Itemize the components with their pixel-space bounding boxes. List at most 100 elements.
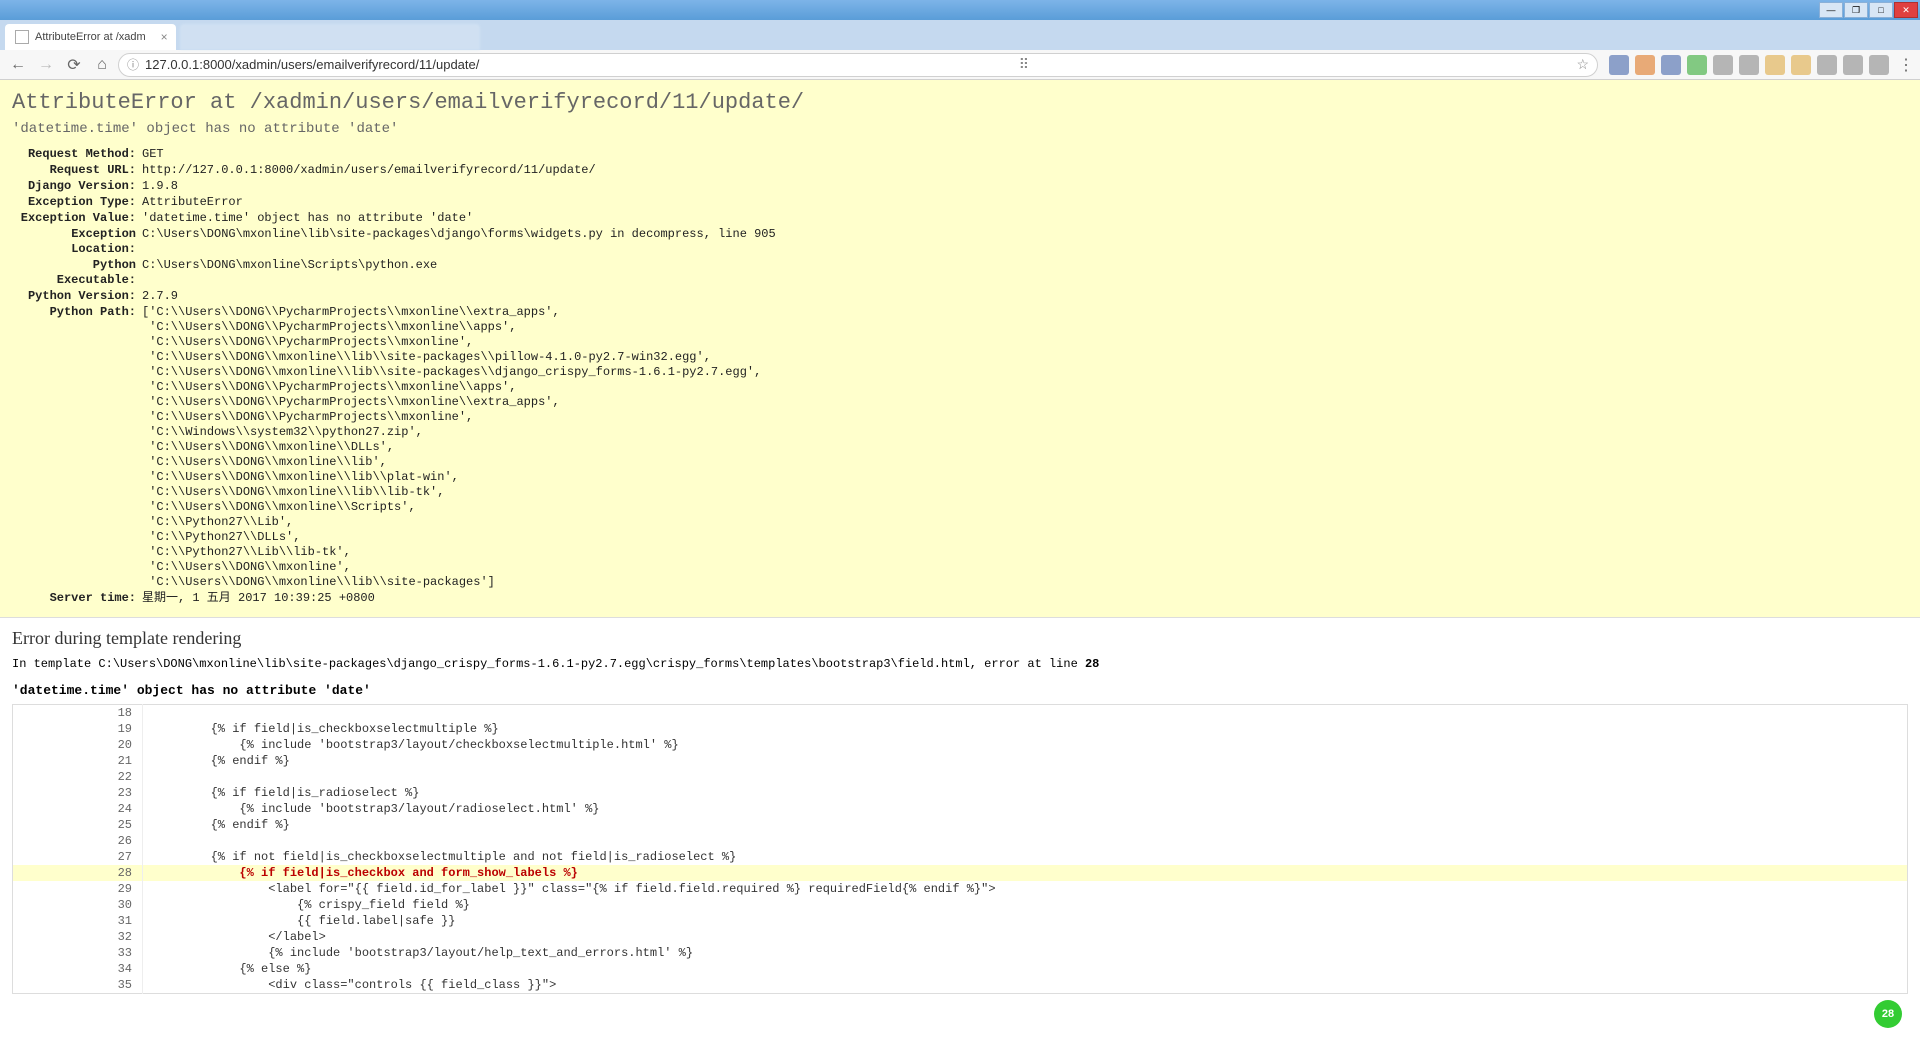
meta-value: 1.9.8 [142,179,1908,194]
source-line: 19 {% if field|is_checkboxselectmultiple… [13,721,1908,737]
address-bar[interactable]: ⓘ 127.0.0.1:8000/xadmin/users/emailverif… [118,53,1598,77]
template-error-message: 'datetime.time' object has no attribute … [12,683,1908,698]
line-code [143,833,1908,849]
source-line: 20 {% include 'bootstrap3/layout/checkbo… [13,737,1908,753]
meta-value: GET [142,147,1908,162]
extension-icon[interactable] [1791,55,1811,75]
line-code: {% if field|is_radioselect %} [143,785,1908,801]
minimize-button[interactable]: — [1819,2,1843,18]
info-icon: ⓘ [127,56,139,73]
extension-icons [1606,55,1892,75]
line-number: 24 [13,801,143,817]
source-line: 21 {% endif %} [13,753,1908,769]
line-number: 19 [13,721,143,737]
error-summary: AttributeError at /xadmin/users/emailver… [0,80,1920,618]
line-code: {% include 'bootstrap3/layout/radioselec… [143,801,1908,817]
meta-label: Python Executable: [12,258,142,288]
source-line: 25 {% endif %} [13,817,1908,833]
meta-value: 'datetime.time' object has no attribute … [142,211,1908,226]
source-line: 33 {% include 'bootstrap3/layout/help_te… [13,945,1908,961]
source-table: 1819 {% if field|is_checkboxselectmultip… [12,704,1908,994]
line-code: {% include 'bootstrap3/layout/help_text_… [143,945,1908,961]
extension-icon[interactable] [1635,55,1655,75]
meta-value: 星期一, 1 五月 2017 10:39:25 +0800 [142,591,1908,606]
line-code: {% else %} [143,961,1908,977]
source-line: 30 {% crispy_field field %} [13,897,1908,913]
line-code: <div class="controls {{ field_class }}"> [143,977,1908,994]
line-code: {% if not field|is_checkboxselectmultipl… [143,849,1908,865]
extension-icon[interactable] [1817,55,1837,75]
menu-button[interactable]: ⋮ [1898,55,1914,75]
meta-label: Python Path: [12,305,142,590]
meta-value: C:\Users\DONG\mxonline\lib\site-packages… [142,227,1908,257]
meta-table: Request Method:GET Request URL:http://12… [12,147,1908,606]
extension-icon[interactable] [1843,55,1863,75]
line-code: {% include 'bootstrap3/layout/checkboxse… [143,737,1908,753]
line-number: 30 [13,897,143,913]
extension-icon[interactable] [1869,55,1889,75]
extension-icon[interactable] [1687,55,1707,75]
line-code: </label> [143,929,1908,945]
template-error-heading: Error during template rendering [12,628,1908,649]
line-code: {% if field|is_checkboxselectmultiple %} [143,721,1908,737]
line-code: {% endif %} [143,753,1908,769]
forward-button[interactable]: → [34,53,58,77]
meta-label: Server time: [12,591,142,606]
extension-icon[interactable] [1713,55,1733,75]
close-button[interactable]: ✕ [1894,2,1918,18]
maximize-button[interactable]: □ [1869,2,1893,18]
page-content: AttributeError at /xadmin/users/emailver… [0,80,1920,1040]
line-number: 26 [13,833,143,849]
meta-label: Django Version: [12,179,142,194]
line-code: <label for="{{ field.id_for_label }}" cl… [143,881,1908,897]
meta-label: Request Method: [12,147,142,162]
source-line: 34 {% else %} [13,961,1908,977]
source-line: 32 </label> [13,929,1908,945]
source-line: 22 [13,769,1908,785]
extension-icon[interactable] [1765,55,1785,75]
meta-label: Exception Location: [12,227,142,257]
browser-tab-inactive[interactable] [180,24,480,50]
source-line: 31 {{ field.label|safe }} [13,913,1908,929]
extension-icon[interactable] [1739,55,1759,75]
source-line: 28 {% if field|is_checkbox and form_show… [13,865,1908,881]
meta-label: Exception Type: [12,195,142,210]
line-code [143,705,1908,722]
template-error-section: Error during template rendering In templ… [0,618,1920,1004]
source-line: 23 {% if field|is_radioselect %} [13,785,1908,801]
home-button[interactable]: ⌂ [90,53,114,77]
browser-tab-active[interactable]: AttributeError at /xadm × [5,24,176,50]
meta-value: http://127.0.0.1:8000/xadmin/users/email… [142,163,1908,178]
source-line: 18 [13,705,1908,722]
meta-label: Exception Value: [12,211,142,226]
source-line: 26 [13,833,1908,849]
source-line: 27 {% if not field|is_checkboxselectmult… [13,849,1908,865]
reload-button[interactable]: ⟳ [62,53,86,77]
back-button[interactable]: ← [6,53,30,77]
extension-icon[interactable] [1609,55,1629,75]
line-number: 28 [13,865,143,881]
bookmark-star-icon[interactable]: ☆ [1576,56,1589,73]
line-code: {% if field|is_checkbox and form_show_la… [143,865,1908,881]
restore-button[interactable]: ❐ [1844,2,1868,18]
floating-badge[interactable]: 28 [1874,1000,1902,1028]
page-icon [15,30,29,44]
tab-strip: AttributeError at /xadm × [0,20,1920,50]
translate-icon[interactable]: ⠿ [1019,56,1029,73]
tab-title: AttributeError at /xadm [35,31,146,43]
line-number: 35 [13,977,143,994]
extension-icon[interactable] [1661,55,1681,75]
line-number: 23 [13,785,143,801]
line-number: 27 [13,849,143,865]
meta-value: AttributeError [142,195,1908,210]
line-code: {% crispy_field field %} [143,897,1908,913]
line-code: {% endif %} [143,817,1908,833]
line-number: 32 [13,929,143,945]
exception-value: 'datetime.time' object has no attribute … [12,121,1908,137]
tab-close-icon[interactable]: × [161,30,168,44]
line-code [143,769,1908,785]
line-number: 22 [13,769,143,785]
meta-value: 2.7.9 [142,289,1908,304]
line-number: 29 [13,881,143,897]
line-number: 18 [13,705,143,722]
